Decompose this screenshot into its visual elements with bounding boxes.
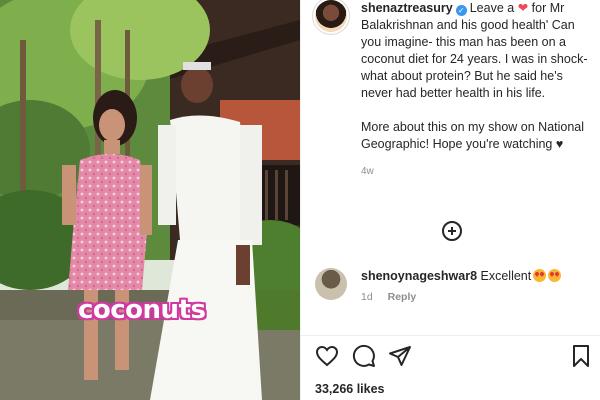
author-username[interactable]: shenaztreasury xyxy=(361,1,453,15)
caption-lead: Leave a xyxy=(469,1,515,15)
heart-emoji-icon: ❤ xyxy=(517,1,529,15)
verified-badge-icon: ✓ xyxy=(455,5,467,16)
video-frame-illustration xyxy=(0,0,300,400)
comment-timestamp: 1d xyxy=(361,291,373,303)
commenter-username[interactable]: shenoynageshwar8 xyxy=(361,269,477,283)
bookmark-icon[interactable] xyxy=(569,344,593,368)
post-video[interactable]: coconuts xyxy=(0,0,300,400)
likes-count[interactable]: 33,266 likes xyxy=(315,382,385,396)
video-overlay-caption: coconuts xyxy=(78,295,206,325)
plus-circle-icon[interactable] xyxy=(442,221,462,241)
post-actions-bar xyxy=(315,344,593,370)
comment-text: Excellent xyxy=(480,269,532,283)
post-side-panel: shenaztreasury ✓ Leave a ❤ for Mr Balakris… xyxy=(300,0,600,400)
actions-divider xyxy=(301,335,600,336)
caption-body: shenaztreasury ✓ Leave a ❤ for Mr Balakris… xyxy=(361,0,595,180)
commenter-avatar[interactable] xyxy=(315,268,347,300)
heart-eyes-emoji-icon xyxy=(548,269,562,282)
heart-eyes-emoji-icon xyxy=(533,269,547,282)
caption-section: shenaztreasury ✓ Leave a ❤ for Mr Balakris… xyxy=(315,0,595,180)
send-paper-plane-icon[interactable] xyxy=(388,344,412,368)
reply-button[interactable]: Reply xyxy=(388,291,417,303)
post-timestamp[interactable]: 4w xyxy=(361,163,595,180)
caption-paragraph-1: shenaztreasury ✓ Leave a ❤ for Mr Balakris… xyxy=(361,0,595,102)
comment-item: shenoynageshwar8 Excellent 1d Reply xyxy=(315,268,595,306)
author-avatar[interactable] xyxy=(315,0,347,32)
heart-outline-icon[interactable] xyxy=(315,344,339,368)
comment-bubble-icon[interactable] xyxy=(352,344,376,368)
comment-meta: 1d Reply xyxy=(361,289,561,306)
instagram-post-view: coconuts shenaztreasury ✓ Leave a ❤ for Mr… xyxy=(0,0,600,400)
caption-paragraph-2: More about this on my show on National G… xyxy=(361,120,588,151)
comment-body: shenoynageshwar8 Excellent 1d Reply xyxy=(361,268,562,306)
caption-text: for Mr Balakrishnan and his good health'… xyxy=(361,1,591,100)
